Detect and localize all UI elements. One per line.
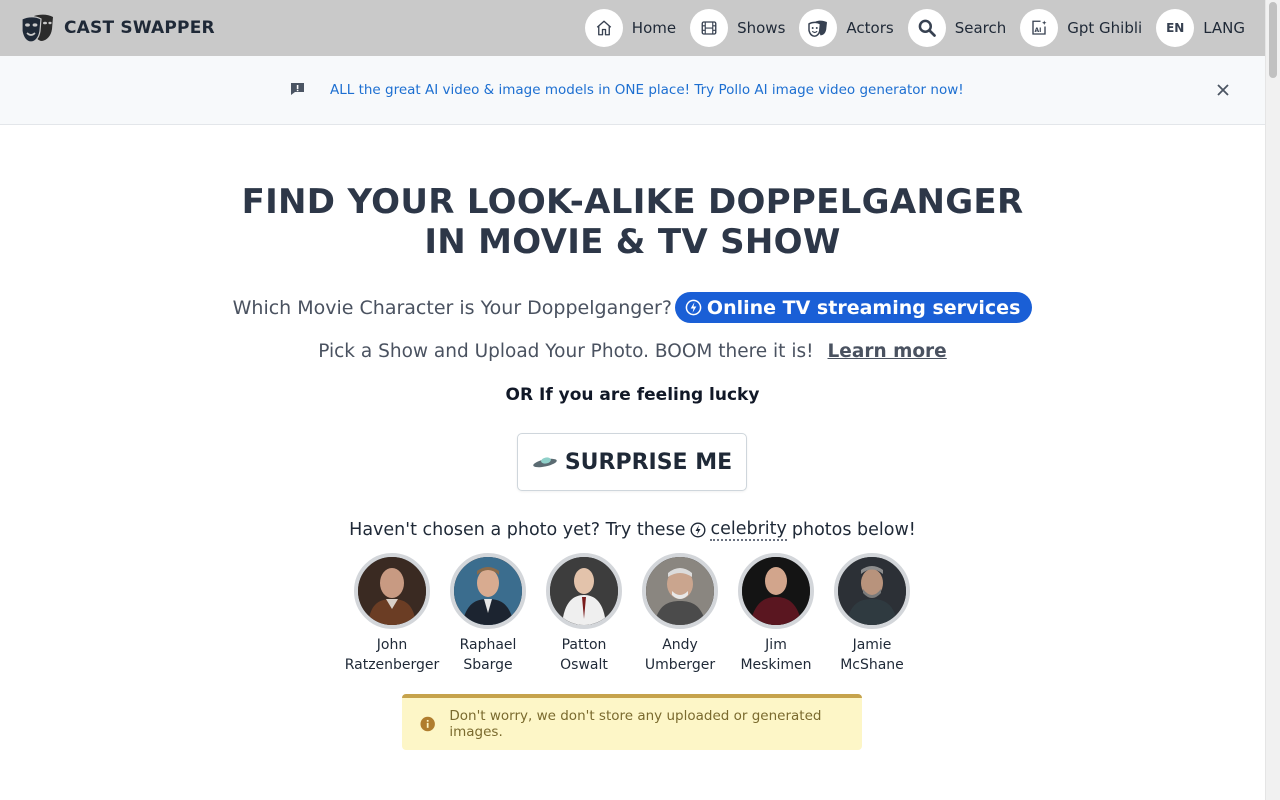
celebrity-item[interactable]: John Ratzenberger: [344, 553, 440, 675]
celebrity-name: Jim Meskimen: [740, 637, 812, 673]
celebrity-avatar[interactable]: [834, 553, 910, 629]
ufo-icon: [533, 457, 557, 468]
celebrity-tooltip-term[interactable]: celebrity: [710, 519, 787, 541]
nav-home[interactable]: Home: [584, 9, 677, 47]
streaming-services-label: Online TV streaming services: [706, 296, 1021, 319]
celebrity-item[interactable]: Raphael Sbarge: [440, 553, 536, 675]
close-icon[interactable]: [1214, 81, 1232, 99]
brand-link[interactable]: CAST SWAPPER: [20, 0, 215, 56]
instructions-row: Pick a Show and Upload Your Photo. BOOM …: [0, 341, 1265, 362]
language-badge: EN: [1156, 9, 1195, 47]
celebrity-prompt: Haven't chosen a photo yet? Try these ce…: [0, 519, 1265, 541]
nav-label: LANG: [1203, 19, 1245, 37]
film-icon: [690, 9, 729, 47]
title-line-2: IN MOVIE & TV SHOW: [424, 222, 841, 262]
celebrity-name: Andy Umberger: [644, 637, 716, 673]
celebrity-name: Patton Oswalt: [560, 637, 608, 673]
scrollbar-thumb[interactable]: [1269, 2, 1277, 78]
bolt-circle-icon: [690, 522, 706, 538]
svg-text:AI: AI: [1035, 27, 1042, 34]
nav-shows[interactable]: Shows: [690, 9, 785, 47]
celebrity-item[interactable]: Andy Umberger: [632, 553, 728, 675]
page-scrollbar[interactable]: [1265, 0, 1280, 800]
home-icon: [584, 9, 623, 47]
privacy-notice-text: Don't worry, we don't store any uploaded…: [449, 708, 822, 740]
nav-actors[interactable]: Actors: [799, 9, 894, 47]
surprise-me-button[interactable]: SURPRISE ME: [517, 433, 747, 491]
title-line-1: FIND YOUR LOOK-ALIKE DOPPELGANGER: [241, 182, 1024, 222]
streaming-services-button[interactable]: Online TV streaming services: [674, 292, 1033, 323]
celebrity-prompt-prefix: Haven't chosen a photo yet? Try these: [349, 520, 686, 540]
doppelganger-question-row: Which Movie Character is Your Doppelgang…: [0, 292, 1265, 323]
ai-image-icon: AI: [1020, 9, 1059, 47]
nav-label: Actors: [846, 19, 894, 37]
feeling-lucky-text: OR If you are feeling lucky: [505, 385, 760, 405]
nav-language[interactable]: EN LANG: [1156, 9, 1245, 47]
privacy-notice: Don't worry, we don't store any uploaded…: [402, 694, 862, 750]
celebrity-avatar[interactable]: [546, 553, 622, 629]
celebrity-name: John Ratzenberger: [344, 637, 440, 673]
bolt-circle-icon: [685, 299, 702, 316]
celebrity-item[interactable]: Jim Meskimen: [728, 553, 824, 675]
page-title: FIND YOUR LOOK-ALIKE DOPPELGANGER IN MOV…: [0, 182, 1265, 262]
celebrity-name: Jamie McShane: [840, 637, 904, 673]
nav-gpt-ghibli[interactable]: AI Gpt Ghibli: [1020, 9, 1142, 47]
masks-icon: [799, 9, 838, 47]
learn-more-link[interactable]: Learn more: [828, 341, 947, 362]
celebrity-item[interactable]: Patton Oswalt: [536, 553, 632, 675]
info-icon: [420, 716, 435, 732]
main-content: FIND YOUR LOOK-ALIKE DOPPELGANGER IN MOV…: [0, 125, 1265, 800]
announcement-icon: [291, 83, 304, 95]
nav-label: Search: [954, 19, 1007, 37]
celebrity-name: Raphael Sbarge: [459, 637, 517, 673]
celebrity-avatar[interactable]: [450, 553, 526, 629]
banner-link[interactable]: ALL the great AI video & image models in…: [330, 82, 964, 98]
search-icon: [907, 9, 946, 47]
brand-name: CAST SWAPPER: [64, 18, 215, 38]
celebrity-prompt-suffix: photos below!: [791, 520, 916, 540]
theater-masks-logo-icon: [21, 14, 53, 43]
surprise-me-label: SURPRISE ME: [564, 449, 733, 475]
top-navbar: CAST SWAPPER Home Shows Actors Search AI…: [0, 0, 1265, 56]
nav-label: Home: [631, 19, 677, 37]
celebrity-photo-list: John Ratzenberger Raphael Sbarge Patton Osw…: [344, 553, 920, 675]
celebrity-item[interactable]: Jamie McShane: [824, 553, 920, 675]
main-nav: Home Shows Actors Search AI Gpt Ghibli E…: [584, 9, 1245, 47]
celebrity-avatar[interactable]: [354, 553, 430, 629]
instructions-text: Pick a Show and Upload Your Photo. BOOM …: [318, 341, 814, 362]
nav-label: Shows: [737, 19, 786, 37]
celebrity-avatar[interactable]: [642, 553, 718, 629]
doppelganger-question: Which Movie Character is Your Doppelgang…: [232, 296, 672, 319]
nav-search[interactable]: Search: [907, 9, 1007, 47]
celebrity-avatar[interactable]: [738, 553, 814, 629]
nav-label: Gpt Ghibli: [1067, 19, 1143, 37]
announcement-banner: ALL the great AI video & image models in…: [0, 56, 1265, 125]
